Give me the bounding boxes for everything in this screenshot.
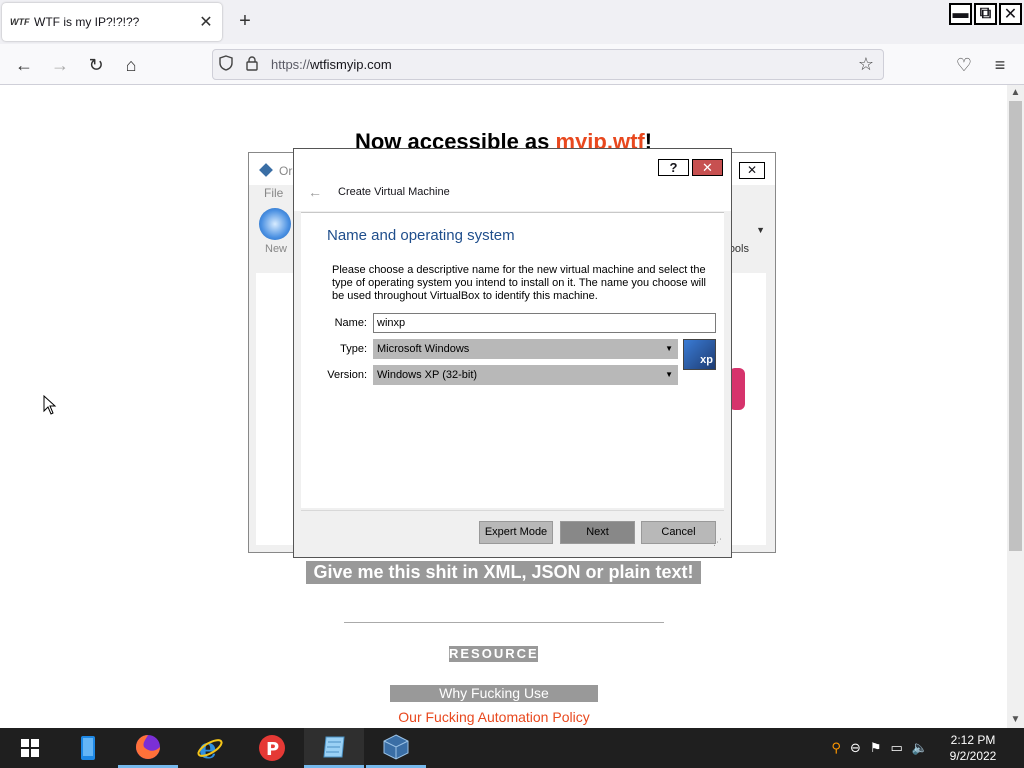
expert-mode-button[interactable]: Expert Mode	[479, 521, 553, 544]
vbm-close-button[interactable]: ✕	[739, 162, 765, 179]
navigation-bar: ← → ↻ ⌂ https://wtfismyip.com ☆ ♡ ≡	[0, 44, 1024, 85]
address-bar[interactable]: https://wtfismyip.com ☆	[212, 49, 884, 80]
cancel-button[interactable]: Cancel	[641, 521, 716, 544]
notepad-icon	[323, 736, 345, 757]
site-favicon: WTF	[10, 17, 30, 27]
type-label: Type:	[340, 343, 367, 355]
section-divider	[344, 622, 664, 623]
scroll-down-icon[interactable]: ▼	[1007, 712, 1024, 728]
dialog-footer: Expert Mode Next Cancel ⋰	[301, 510, 724, 550]
type-select[interactable]: Microsoft Windows ▼	[373, 339, 678, 359]
page-scrollbar[interactable]: ▲ ▼	[1007, 85, 1024, 728]
phone-icon	[81, 736, 95, 760]
help-button[interactable]: ?	[658, 159, 689, 176]
menu-file[interactable]: File	[264, 186, 283, 200]
system-clock[interactable]: 2:12 PM 9/2/2022	[944, 732, 1002, 764]
dialog-close-button[interactable]: ✕	[692, 159, 723, 176]
version-select-value: Windows XP (32-bit)	[377, 369, 478, 381]
shield-icon[interactable]	[213, 55, 239, 74]
resources-heading: RESOURCES	[449, 646, 550, 662]
home-icon[interactable]: ⌂	[119, 53, 143, 77]
internet-explorer-icon: e	[197, 734, 223, 762]
close-button[interactable]: ✕	[999, 3, 1022, 25]
svg-text:P: P	[266, 739, 279, 760]
taskbar-firefox[interactable]	[118, 728, 178, 768]
plain-text-link[interactable]: Give me this shit in XML, JSON or plain …	[306, 561, 701, 584]
taskbar: e P ⚲ ⊖ ⚑ ▭ 🔈 2:12 PM 9/2/2022	[0, 728, 1024, 768]
browser-tab[interactable]: WTF WTF is my IP?!?!?? ✕	[2, 3, 222, 41]
window-controls: ▬ ⧉ ✕	[949, 3, 1022, 25]
minimize-button[interactable]: ▬	[949, 3, 972, 25]
taskbar-virtualbox[interactable]	[366, 728, 426, 768]
chevron-down-icon: ▼	[665, 344, 673, 353]
firefox-icon	[136, 734, 160, 759]
taskbar-notepad[interactable]	[304, 728, 364, 768]
name-label: Name:	[334, 317, 367, 329]
tools-dropdown-icon[interactable]: ▼	[756, 225, 765, 235]
url-text[interactable]: https://wtfismyip.com	[265, 57, 849, 72]
why-use-link[interactable]: Why Fucking Use wtfismyip.com?	[390, 685, 598, 718]
dialog-description: Please choose a descriptive name for the…	[332, 264, 707, 302]
page-title: Name and operating system	[327, 227, 515, 244]
app-menu-icon[interactable]: ≡	[988, 53, 1012, 77]
tab-title: WTF is my IP?!?!??	[34, 15, 140, 29]
forward-icon[interactable]: →	[48, 53, 72, 77]
automation-policy-link[interactable]: Our Fucking Automation Policy	[0, 709, 988, 725]
type-select-value: Microsoft Windows	[377, 343, 470, 355]
search-icon[interactable]: ⚲	[831, 740, 841, 756]
new-tab-icon[interactable]: +	[234, 10, 256, 32]
system-tray: ⚲ ⊖ ⚑ ▭ 🔈	[831, 728, 928, 768]
scroll-up-icon[interactable]: ▲	[1007, 85, 1024, 101]
taskbar-internet-explorer[interactable]: e	[180, 728, 240, 768]
network-icon[interactable]: ▭	[891, 740, 903, 756]
mouse-cursor-icon	[43, 395, 57, 415]
tab-close-icon[interactable]: ✕	[196, 12, 216, 32]
clock-time: 2:12 PM	[950, 733, 996, 747]
windows-logo-icon	[21, 739, 39, 757]
back-icon[interactable]: ←	[12, 53, 36, 77]
start-button[interactable]	[0, 728, 60, 768]
taskbar-phone-app[interactable]	[58, 728, 118, 768]
name-field[interactable]	[373, 313, 716, 333]
lock-icon[interactable]	[239, 55, 265, 74]
new-vm-label[interactable]: New	[265, 243, 287, 255]
windows-xp-os-icon: xp	[683, 339, 716, 370]
version-select[interactable]: Windows XP (32-bit) ▼	[373, 365, 678, 385]
next-button[interactable]: Next	[560, 521, 635, 544]
scrollbar-thumb[interactable]	[1009, 101, 1022, 551]
taskbar-wordpad[interactable]: P	[242, 728, 302, 768]
volume-icon[interactable]: 🔈	[912, 740, 928, 756]
create-vm-dialog: ? ✕ ← Create Virtual Machine Name and op…	[293, 148, 732, 558]
resize-grip-icon[interactable]: ⋰	[713, 537, 722, 548]
restore-button[interactable]: ⧉	[974, 3, 997, 25]
version-label: Version:	[327, 369, 367, 381]
reload-icon[interactable]: ↻	[84, 53, 108, 77]
notification-icon[interactable]: ⊖	[850, 740, 861, 756]
new-vm-icon[interactable]	[259, 208, 291, 240]
wordpad-icon: P	[259, 735, 285, 761]
clock-date: 9/2/2022	[949, 749, 997, 763]
pocket-icon[interactable]: ♡	[952, 53, 976, 77]
dialog-content: Name and operating system Please choose …	[301, 212, 724, 508]
back-arrow-icon[interactable]: ←	[308, 184, 322, 200]
tab-strip: WTF WTF is my IP?!?!?? ✕ + ▬ ⧉ ✕	[0, 0, 1024, 44]
chevron-down-icon: ▼	[665, 370, 673, 379]
virtualbox-icon	[383, 733, 409, 760]
action-center-flag-icon[interactable]: ⚑	[870, 740, 882, 756]
bookmark-star-icon[interactable]: ☆	[849, 54, 883, 75]
dialog-title: Create Virtual Machine	[338, 186, 450, 198]
